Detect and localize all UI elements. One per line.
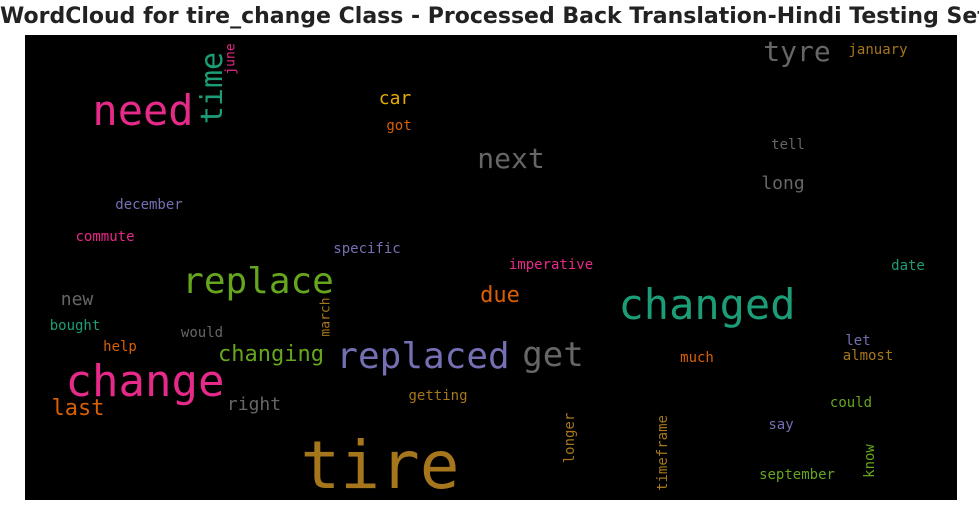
word-december: december bbox=[115, 197, 183, 213]
word-right: right bbox=[226, 394, 282, 415]
word-replaced: replaced bbox=[336, 336, 510, 377]
word-imperative: imperative bbox=[508, 257, 594, 273]
word-january: january bbox=[848, 42, 908, 58]
word-date: date bbox=[891, 258, 925, 274]
word-commute: commute bbox=[75, 229, 135, 245]
word-changed: changed bbox=[618, 280, 796, 329]
word-september: september bbox=[759, 467, 835, 483]
word-replace: replace bbox=[182, 261, 334, 302]
word-tyre: tyre bbox=[763, 35, 831, 68]
word-specific: specific bbox=[333, 241, 401, 257]
word-march: march bbox=[318, 297, 334, 337]
word-could: could bbox=[829, 395, 873, 411]
word-june: june bbox=[223, 43, 239, 75]
word-tell: tell bbox=[771, 137, 805, 153]
word-car: car bbox=[378, 88, 412, 109]
word-got: got bbox=[386, 118, 412, 134]
word-bought: bought bbox=[49, 318, 101, 334]
word-next: next bbox=[477, 142, 545, 175]
word-say: say bbox=[768, 417, 794, 433]
word-timeframe: timeframe bbox=[655, 415, 671, 491]
word-new: new bbox=[60, 289, 94, 310]
word-cloud-canvas: tire changed change need replace replaced get t… bbox=[25, 35, 957, 500]
word-almost: almost bbox=[842, 348, 894, 364]
word-need: need bbox=[92, 86, 194, 135]
word-long: long bbox=[761, 173, 805, 194]
word-last: last bbox=[51, 396, 105, 421]
word-tire: tire bbox=[300, 427, 460, 500]
word-let: let bbox=[845, 333, 871, 349]
word-know: know bbox=[862, 444, 878, 478]
word-getting: getting bbox=[408, 388, 468, 404]
word-longer: longer bbox=[562, 412, 578, 464]
word-much: much bbox=[680, 350, 714, 366]
word-help: help bbox=[103, 339, 137, 355]
chart-title: WordCloud for tire_change Class - Proces… bbox=[0, 4, 979, 29]
word-get: get bbox=[522, 335, 584, 375]
word-changing: changing bbox=[218, 342, 324, 367]
word-due: due bbox=[480, 283, 520, 308]
word-would: would bbox=[180, 325, 224, 341]
